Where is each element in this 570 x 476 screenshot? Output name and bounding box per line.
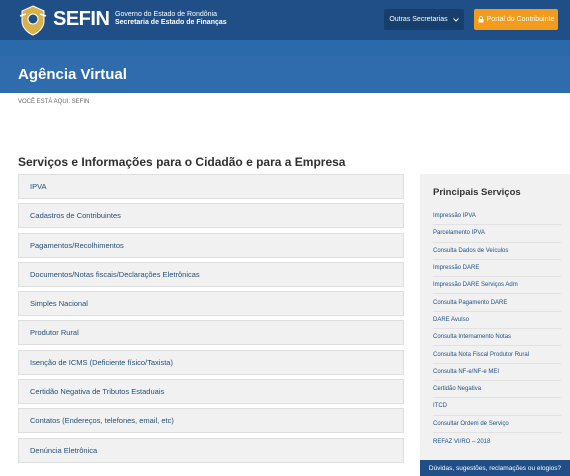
sidebar-link-refaz[interactable]: REFAZ VI/RO – 2018 bbox=[433, 433, 561, 450]
outras-secretarias-label: Outras Secretarias bbox=[389, 16, 448, 23]
hero-banner: Agência Virtual bbox=[0, 56, 570, 93]
sidebar-link-parcelamento-ipva[interactable]: Parcelamento IPVA bbox=[433, 225, 561, 243]
sidebar-link-nfe-mei[interactable]: Consulta NF-e/NF-e MEI bbox=[433, 364, 561, 381]
sidebar-link-certidao-negativa[interactable]: Certidão Negativa bbox=[433, 381, 561, 399]
outras-secretarias-button[interactable]: Outras Secretarias bbox=[384, 9, 464, 30]
service-item-pagamentos[interactable]: Pagamentos/Recolhimentos bbox=[18, 232, 404, 258]
service-item-isencao-icms[interactable]: Isenção de ICMS (Deficiente físico/Taxis… bbox=[18, 349, 404, 375]
coat-of-arms-logo[interactable] bbox=[18, 4, 48, 36]
service-item-ipva[interactable]: IPVA bbox=[18, 174, 404, 199]
sidebar-link-impressao-ipva[interactable]: Impressão IPVA bbox=[433, 208, 561, 226]
breadcrumb: VOCÊ ESTÁ AQUI: SEFIN bbox=[18, 99, 90, 105]
sidebar-link-dare-avulso[interactable]: DARE Avulso bbox=[433, 312, 561, 330]
sidebar-link-ordem-servico[interactable]: Consultar Ordem de Serviço bbox=[433, 416, 561, 433]
feedback-button[interactable]: Dúvidas, sugestões, reclamações ou elogi… bbox=[420, 460, 570, 476]
section-title: Serviços e Informações para o Cidadão e … bbox=[18, 155, 346, 169]
sidebar-link-impressao-dare[interactable]: Impressão DARE bbox=[433, 260, 561, 278]
sidebar-link-nota-produtor-rural[interactable]: Consulta Nota Fiscal Produtor Rural bbox=[433, 346, 561, 364]
service-item-cadastros[interactable]: Cadastros de Contribuintes bbox=[18, 203, 404, 229]
portal-contribuinte-button[interactable]: Portal do Contribuinte bbox=[474, 9, 558, 30]
portal-contribuinte-label: Portal do Contribuinte bbox=[486, 16, 555, 23]
service-item-produtor-rural[interactable]: Produtor Rural bbox=[18, 320, 404, 346]
principais-servicos-sidebar: Principais Serviços Impressão IPVA Parce… bbox=[420, 174, 570, 460]
header-stripe bbox=[0, 40, 570, 56]
service-item-simples-nacional[interactable]: Simples Nacional bbox=[18, 291, 404, 317]
sidebar-link-consulta-pagamento-dare[interactable]: Consulta Pagamento DARE bbox=[433, 294, 561, 312]
sidebar-link-consulta-veiculos[interactable]: Consulta Dados de Veículos bbox=[433, 243, 561, 260]
gov-line-2: Secretaria de Estado de Finanças bbox=[115, 19, 227, 26]
gov-line-1: Governo do Estado de Rondônia bbox=[115, 11, 217, 18]
sidebar-link-dare-servicos-adm[interactable]: Impressão DARE Serviços Adm bbox=[433, 277, 561, 295]
brand-name[interactable]: SEFIN bbox=[53, 8, 110, 31]
service-item-contatos[interactable]: Contatos (Endereços, telefones, email, e… bbox=[18, 408, 404, 434]
service-item-denuncia[interactable]: Denúncia Eletrônica bbox=[18, 437, 404, 463]
service-item-documentos[interactable]: Documentos/Notas fiscais/Declarações Ele… bbox=[18, 261, 404, 287]
sidebar-title: Principais Serviços bbox=[433, 187, 521, 198]
government-text: Governo do Estado de Rondônia Secretaria… bbox=[115, 11, 227, 27]
sidebar-links: Impressão IPVA Parcelamento IPVA Consult… bbox=[433, 208, 561, 450]
sidebar-link-internamento-notas[interactable]: Consulta Internamento Notas bbox=[433, 329, 561, 347]
chevron-down-icon bbox=[452, 17, 459, 22]
page-title: Agência Virtual bbox=[18, 66, 127, 83]
service-item-certidao-negativa[interactable]: Certidão Negativa de Tributos Estaduais bbox=[18, 379, 404, 405]
lock-icon bbox=[478, 16, 484, 23]
top-header: SEFIN Governo do Estado de Rondônia Secr… bbox=[0, 0, 570, 40]
sidebar-link-itcd[interactable]: ITCD bbox=[433, 398, 561, 416]
services-list: IPVA Cadastros de Contribuintes Pagament… bbox=[18, 174, 404, 467]
